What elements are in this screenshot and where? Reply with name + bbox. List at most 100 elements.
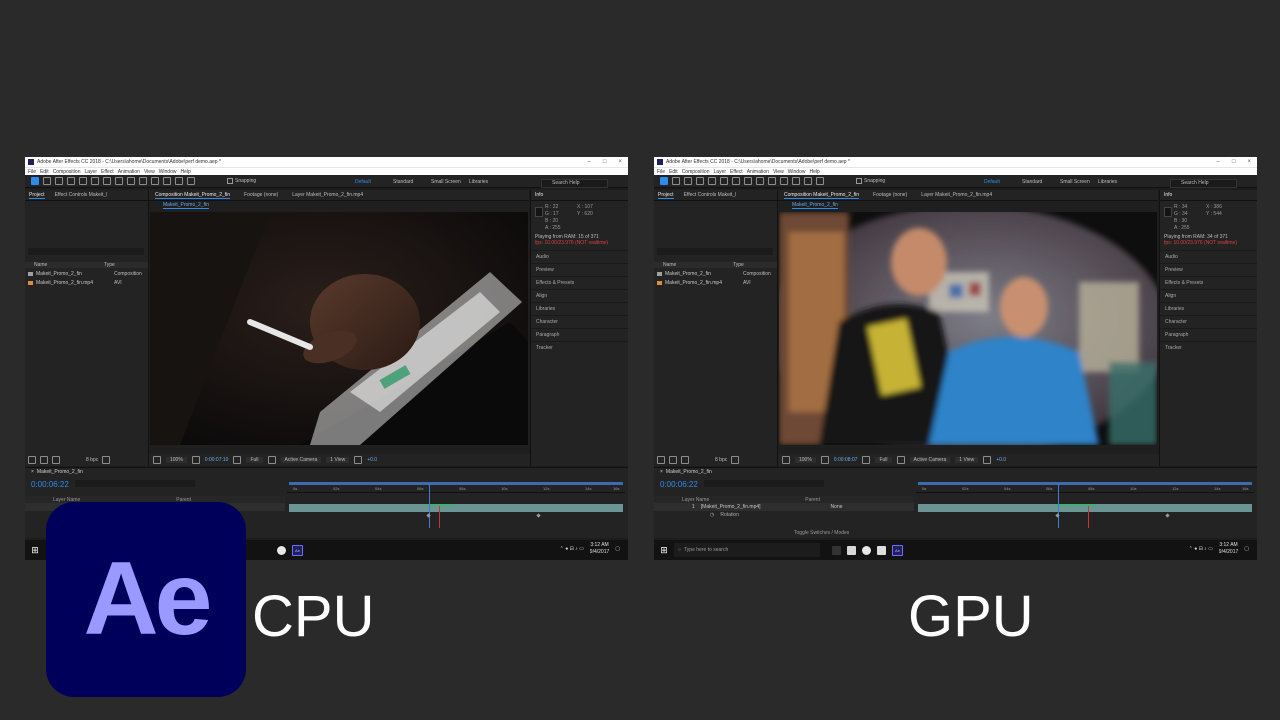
taskbar-search-input[interactable]: ○ Type here to search (674, 543, 820, 557)
hand-tool-icon[interactable] (43, 177, 51, 185)
panel-effects-presets[interactable]: Effects & Presets (531, 276, 628, 289)
after-effects-taskbar-icon[interactable]: Ae (892, 544, 903, 556)
new-composition-icon[interactable] (681, 456, 689, 464)
panel-character[interactable]: Character (1160, 315, 1257, 328)
chrome-icon[interactable] (862, 545, 871, 555)
roto-tool-icon[interactable] (175, 177, 183, 185)
timeline-graph[interactable]: 0s 02s 04s 06s 08s 10s 12s 14s 16s (916, 482, 1254, 538)
panel-effects-presets[interactable]: Effects & Presets (1160, 276, 1257, 289)
bpc-label[interactable]: 8 bpc (86, 457, 98, 463)
menu-composition[interactable]: Composition (682, 169, 710, 175)
menu-effect[interactable]: Effect (101, 169, 114, 175)
snapshot-icon[interactable] (233, 456, 242, 464)
workspace-libraries[interactable]: Libraries (469, 179, 507, 185)
transparency-grid-icon[interactable] (267, 456, 276, 464)
rotate-tool-icon[interactable] (67, 177, 75, 185)
workspace-default[interactable]: Default (355, 179, 393, 185)
panel-align[interactable]: Align (1160, 289, 1257, 302)
transparency-grid-icon[interactable] (896, 456, 905, 464)
camera-dropdown[interactable]: Active Camera (909, 457, 951, 463)
view-layout-dropdown[interactable]: 1 View (326, 457, 350, 463)
property-row[interactable]: ◷ Rotation (654, 511, 914, 518)
hand-tool-icon[interactable] (672, 177, 680, 185)
column-name[interactable]: Name (654, 262, 733, 268)
menu-effect[interactable]: Effect (730, 169, 743, 175)
parent-dropdown[interactable]: None (826, 504, 847, 510)
panel-align[interactable]: Align (531, 289, 628, 302)
tab-layer[interactable]: Layer Makeit_Promo_2_fin.mp4 (921, 192, 992, 198)
menu-edit[interactable]: Edit (669, 169, 678, 175)
tab-info[interactable]: Info (531, 190, 628, 201)
clone-tool-icon[interactable] (780, 177, 788, 185)
maximize-icon[interactable]: □ (1232, 159, 1236, 165)
task-view-icon[interactable] (832, 545, 841, 555)
trash-icon[interactable] (731, 456, 740, 464)
minimize-icon[interactable]: – (588, 159, 591, 165)
minimize-icon[interactable]: – (1217, 159, 1220, 165)
menu-edit[interactable]: Edit (40, 169, 49, 175)
tab-info[interactable]: Info (1160, 190, 1257, 201)
exposure-value[interactable]: +0.0 (367, 457, 377, 463)
puppet-tool-icon[interactable] (187, 177, 195, 185)
tab-timeline-comp[interactable]: Makeit_Promo_2_fin (666, 469, 712, 475)
menu-help[interactable]: Help (809, 169, 819, 175)
menu-window[interactable]: Window (788, 169, 806, 175)
interpret-footage-icon[interactable] (28, 456, 36, 464)
work-area-bar[interactable] (289, 482, 623, 485)
panel-paragraph[interactable]: Paragraph (531, 328, 628, 341)
eraser-tool-icon[interactable] (792, 177, 800, 185)
project-search-input[interactable] (28, 248, 144, 255)
menu-help[interactable]: Help (180, 169, 190, 175)
snapshot-icon[interactable] (862, 456, 871, 464)
time-ruler[interactable]: 0s 02s 04s 06s 08s 10s 12s 14s 16s (287, 482, 625, 493)
time-ruler[interactable]: 0s 02s 04s 06s 08s 10s 12s 14s 16s (916, 482, 1254, 493)
eraser-tool-icon[interactable] (163, 177, 171, 185)
interpret-footage-icon[interactable] (657, 456, 665, 464)
pen-tool-icon[interactable] (115, 177, 123, 185)
panel-audio[interactable]: Audio (1160, 250, 1257, 263)
menu-view[interactable]: View (773, 169, 784, 175)
type-tool-icon[interactable] (756, 177, 764, 185)
panel-libraries[interactable]: Libraries (1160, 302, 1257, 315)
work-area-bar[interactable] (918, 482, 1252, 485)
camera-tool-icon[interactable] (79, 177, 87, 185)
pen-tool-icon[interactable] (744, 177, 752, 185)
workspace-small-screen[interactable]: Small Screen (431, 179, 469, 185)
tab-composition[interactable]: Composition Makeit_Promo_2_fin (784, 192, 860, 199)
comp-breadcrumb[interactable]: Makeit_Promo_2_fin (163, 202, 209, 209)
layer-duration-bar[interactable] (289, 504, 623, 512)
workspace-standard[interactable]: Standard (1022, 179, 1060, 185)
comp-breadcrumb[interactable]: Makeit_Promo_2_fin (792, 202, 838, 209)
action-center-icon[interactable]: ▢ (615, 546, 620, 552)
always-preview-icon[interactable] (153, 456, 161, 464)
camera-dropdown[interactable]: Active Camera (280, 457, 322, 463)
selection-tool-icon[interactable] (31, 177, 39, 185)
panel-character[interactable]: Character (531, 315, 628, 328)
tab-footage[interactable]: Footage (none) (244, 192, 278, 198)
search-help-field[interactable]: Search Help (541, 179, 608, 188)
zoom-tool-icon[interactable] (684, 177, 692, 185)
tab-effect-controls[interactable]: Effect Controls Makeit_l (684, 192, 737, 198)
tab-timeline-comp[interactable]: Makeit_Promo_2_fin (37, 469, 83, 475)
close-icon[interactable]: × (31, 469, 34, 475)
playhead[interactable] (1058, 484, 1059, 528)
camera-tool-icon[interactable] (708, 177, 716, 185)
brush-tool-icon[interactable] (139, 177, 147, 185)
viewer-timecode[interactable]: 0:00:07:10 (205, 457, 229, 463)
panel-libraries[interactable]: Libraries (531, 302, 628, 315)
composition-viewer[interactable] (150, 212, 528, 445)
timeline-search-input[interactable] (704, 480, 824, 487)
pan-behind-tool-icon[interactable] (91, 177, 99, 185)
snapping-checkbox[interactable] (856, 178, 862, 184)
list-item[interactable]: Makeit_Promo_2_fin.mp4 AVI (28, 278, 145, 287)
tab-effect-controls[interactable]: Effect Controls Makeit_l (55, 192, 108, 198)
panel-preview[interactable]: Preview (1160, 263, 1257, 276)
clone-tool-icon[interactable] (151, 177, 159, 185)
keyframe[interactable] (1165, 513, 1170, 518)
search-help-field[interactable]: Search Help (1170, 179, 1237, 188)
menu-layer[interactable]: Layer (713, 169, 726, 175)
roto-tool-icon[interactable] (804, 177, 812, 185)
windows-start-icon[interactable]: ⊞ (25, 545, 45, 556)
close-icon[interactable]: × (660, 469, 663, 475)
playhead[interactable] (429, 484, 430, 528)
